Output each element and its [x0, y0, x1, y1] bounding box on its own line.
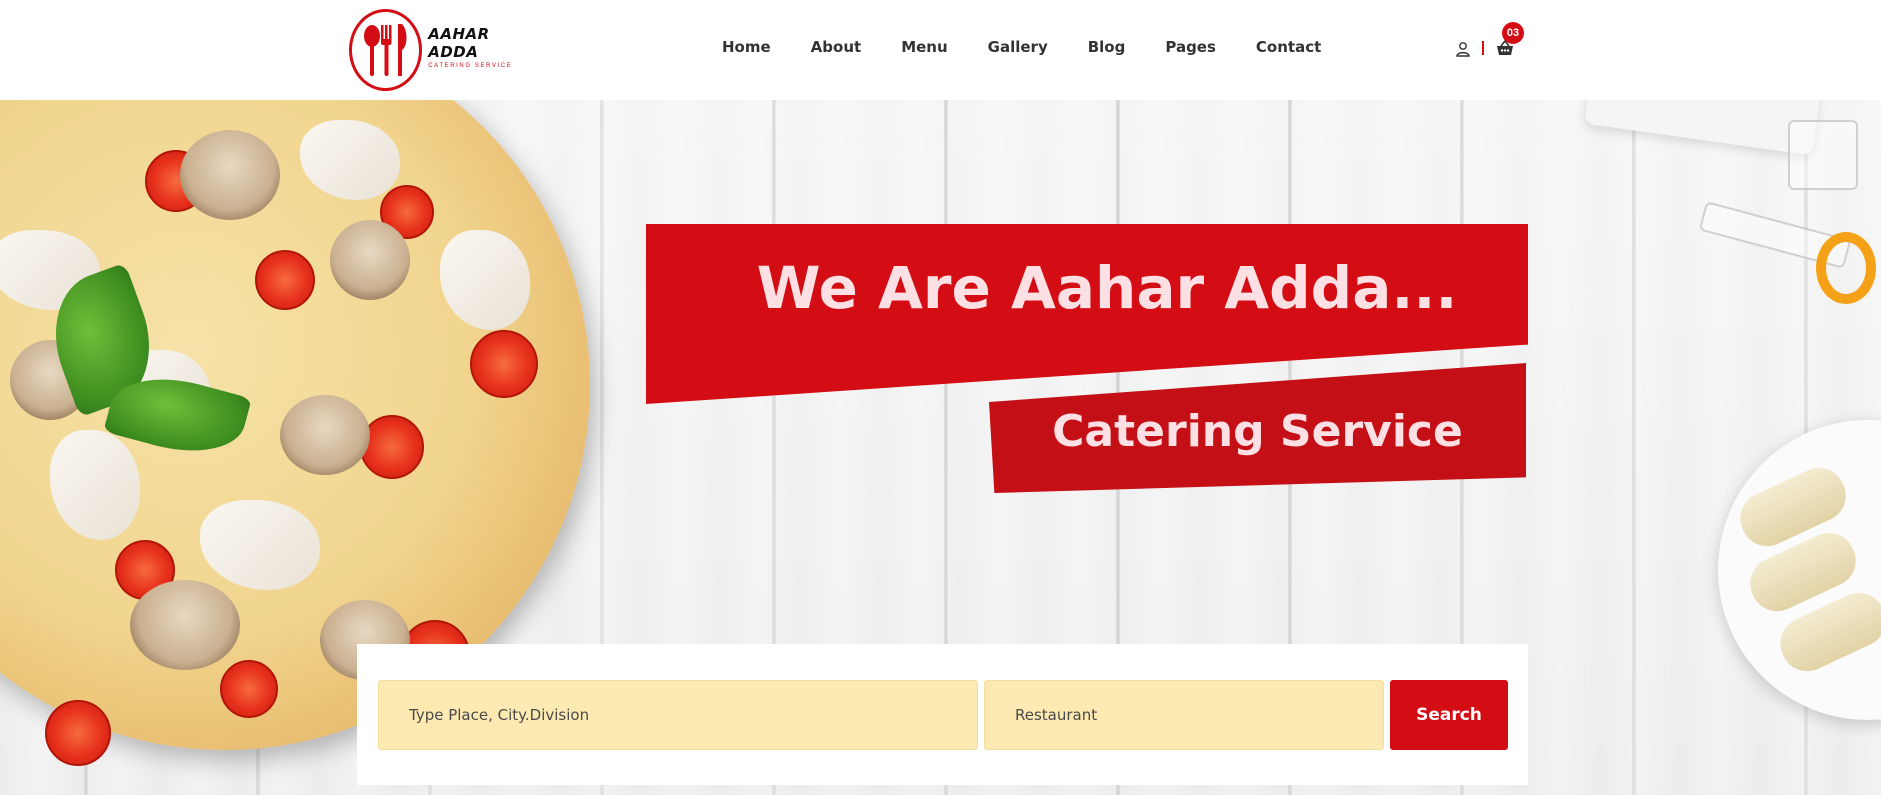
hero-section: We Are Aahar Adda... Catering Service Re… [0, 100, 1881, 795]
cutlery-icon [363, 24, 407, 76]
site-header: AAHAR ADDA CATERING SERVICE Home About M… [0, 0, 1881, 100]
category-select-value: Restaurant [1015, 706, 1098, 724]
user-icon[interactable] [1455, 41, 1471, 57]
brand-name: AAHAR ADDA [428, 25, 490, 61]
nav-gallery[interactable]: Gallery [988, 38, 1048, 56]
nav-contact[interactable]: Contact [1256, 38, 1321, 56]
nav-about[interactable]: About [811, 38, 862, 56]
wraps-plate-image [1718, 420, 1881, 720]
nav-blog[interactable]: Blog [1088, 38, 1126, 56]
hero-headline: We Are Aahar Adda... [756, 254, 1458, 322]
logo-text: AAHAR ADDA CATERING SERVICE [428, 25, 532, 69]
nav-pages[interactable]: Pages [1165, 38, 1216, 56]
pepper-image [1816, 232, 1876, 304]
brand-tagline: CATERING SERVICE [428, 63, 513, 69]
logo-emblem [349, 9, 423, 91]
category-select[interactable]: Restaurant [984, 680, 1384, 750]
search-button[interactable]: Search [1390, 680, 1508, 750]
logo[interactable]: AAHAR ADDA CATERING SERVICE [341, 0, 532, 100]
hero-subheadline: Catering Service [1052, 406, 1463, 457]
main-nav: Home About Menu Gallery Blog Pages Conta… [722, 38, 1321, 56]
nav-menu[interactable]: Menu [901, 38, 947, 56]
place-search-input[interactable] [378, 680, 978, 750]
header-divider [1482, 41, 1484, 55]
cart-count-badge: 03 [1502, 22, 1524, 44]
nav-home[interactable]: Home [722, 38, 771, 56]
glass-image [1788, 120, 1858, 190]
search-panel: Restaurant Search [357, 644, 1528, 785]
